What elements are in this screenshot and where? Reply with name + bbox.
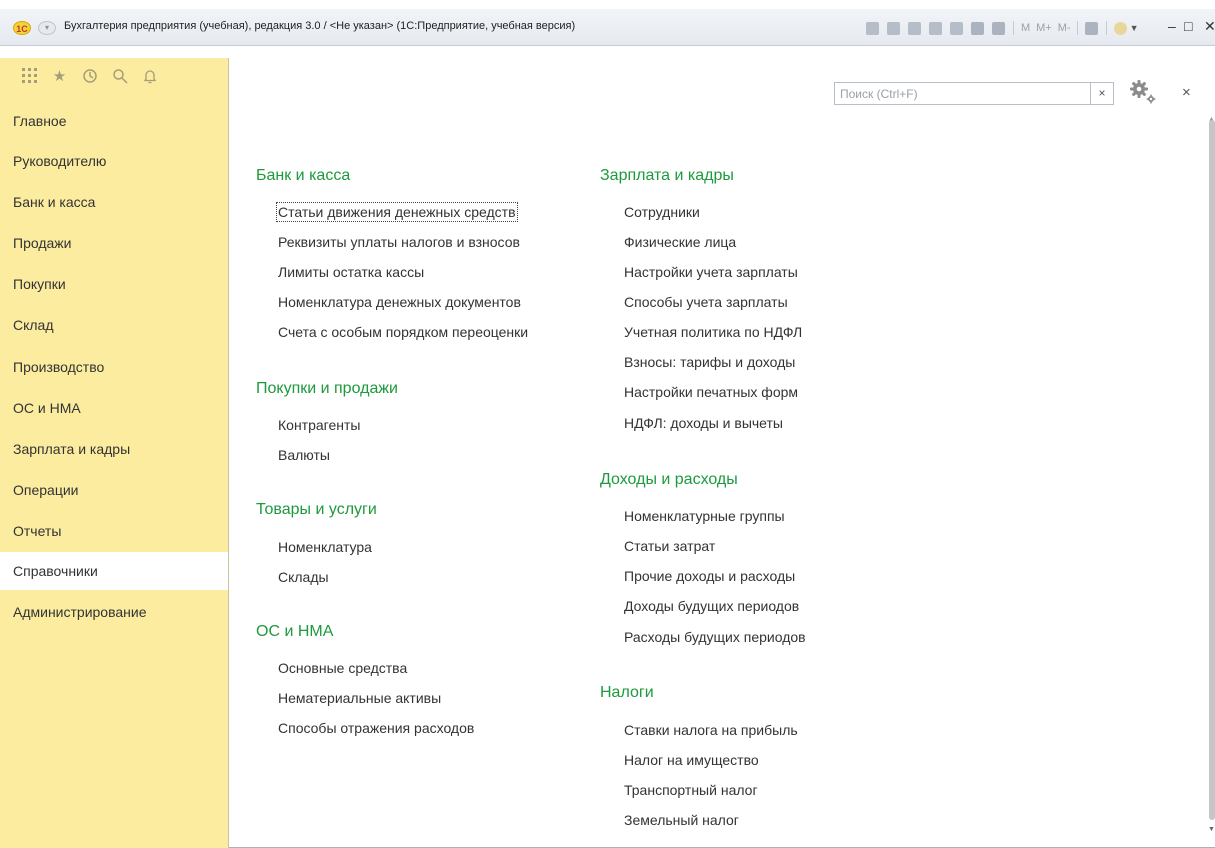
sidebar-item-bank[interactable]: Банк и касса xyxy=(0,183,228,221)
apps-grid-icon[interactable] xyxy=(21,67,38,85)
main-menu-chevron-icon[interactable]: ▾ xyxy=(38,21,56,35)
link-cash-documents-nomenclature[interactable]: Номенклатура денежных документов xyxy=(278,294,521,310)
print-icon[interactable] xyxy=(887,21,900,35)
link-property-tax[interactable]: Налог на имущество xyxy=(624,752,759,768)
section-title-income-expense: Доходы и расходы xyxy=(600,471,738,488)
sidebar-item-administration[interactable]: Администрирование xyxy=(0,593,228,631)
section-title-salary: Зарплата и кадры xyxy=(600,167,734,184)
section-title-purchases-sales: Покупки и продажи xyxy=(256,380,398,397)
link-tax-payment-details[interactable]: Реквизиты уплаты налогов и взносов xyxy=(278,234,520,250)
link-revaluation-accounts[interactable]: Счета с особым порядком переоценки xyxy=(278,324,528,340)
toolbar-separator xyxy=(1076,21,1078,35)
link-land-tax[interactable]: Земельный налог xyxy=(624,812,739,828)
link-nomenclature-groups[interactable]: Номенклатурные группы xyxy=(624,508,785,524)
sidebar-item-sales[interactable]: Продажи xyxy=(0,224,228,262)
printer-icon[interactable] xyxy=(950,21,963,35)
section-title-taxes: Налоги xyxy=(600,684,654,701)
link-expense-reflection-methods[interactable]: Способы отражения расходов xyxy=(278,720,474,736)
link-cost-items[interactable]: Статьи затрат xyxy=(624,538,715,554)
toolbar-separator xyxy=(1013,21,1014,35)
sidebar-item-salary[interactable]: Зарплата и кадры xyxy=(0,430,228,468)
link-employees[interactable]: Сотрудники xyxy=(624,204,700,220)
info-icon[interactable] xyxy=(1113,21,1127,35)
sidebar-item-reports[interactable]: Отчеты xyxy=(0,512,228,550)
link-contribution-rates[interactable]: Взносы: тарифы и доходы xyxy=(624,354,795,370)
section-title-goods: Товары и услуги xyxy=(256,501,377,518)
sidebar-item-main[interactable]: Главное xyxy=(0,102,228,140)
vertical-scrollbar[interactable] xyxy=(1209,120,1215,820)
minimize-button[interactable]: – xyxy=(1168,18,1176,34)
memory-button[interactable]: M xyxy=(1021,22,1030,34)
calendar-icon[interactable] xyxy=(992,21,1005,35)
close-panel-button[interactable]: × xyxy=(1182,84,1191,101)
sidebar-item-fixed-assets[interactable]: ОС и НМА xyxy=(0,389,228,427)
link-currencies[interactable]: Валюты xyxy=(278,447,330,463)
window-titlebar: 1С ▾ Бухгалтерия предприятия (учебная), … xyxy=(0,0,1215,46)
search-clear-button[interactable]: × xyxy=(1091,82,1114,105)
link-pit-accounting-policy[interactable]: Учетная политика по НДФЛ xyxy=(624,324,802,340)
settings-gear-icon[interactable] xyxy=(1128,78,1158,106)
sidebar-item-warehouse[interactable]: Склад xyxy=(0,306,228,344)
section-title-fixed-assets: ОС и НМА xyxy=(256,623,334,640)
panel-layout-icon[interactable] xyxy=(1084,21,1098,35)
sidebar-item-production[interactable]: Производство xyxy=(0,348,228,386)
directories-panel: × × Банк и касса Статьи движения денежны… xyxy=(229,58,1215,848)
link-salary-accounting-methods[interactable]: Способы учета зарплаты xyxy=(624,294,788,310)
sidebar-item-directories[interactable]: Справочники xyxy=(0,552,228,590)
link-cash-limits[interactable]: Лимиты остатка кассы xyxy=(278,264,424,280)
link-pit-income-deductions[interactable]: НДФЛ: доходы и вычеты xyxy=(624,415,783,431)
maximize-button[interactable]: □ xyxy=(1184,18,1192,34)
close-window-button[interactable]: ✕ xyxy=(1204,18,1215,35)
notifications-bell-icon[interactable] xyxy=(141,68,158,85)
sidebar-item-purchases[interactable]: Покупки xyxy=(0,265,228,303)
search-input[interactable] xyxy=(834,82,1091,105)
link-cash-flow-items[interactable]: Статьи движения денежных средств xyxy=(276,202,518,222)
link-warehouses[interactable]: Склады xyxy=(278,569,329,585)
save-icon[interactable] xyxy=(866,21,879,35)
link-individuals[interactable]: Физические лица xyxy=(624,234,736,250)
sections-sidebar: ★ Главное Руководителю Банк и касса Прод… xyxy=(0,58,229,848)
link-deferred-expenses[interactable]: Расходы будущих периодов xyxy=(624,629,806,645)
link-profit-tax-rates[interactable]: Ставки налога на прибыль xyxy=(624,722,798,738)
section-title-bank: Банк и касса xyxy=(256,167,351,184)
scroll-down-arrow-icon[interactable]: ▼ xyxy=(1208,826,1215,833)
titlebar-top-strip xyxy=(0,0,1215,9)
link-nomenclature[interactable]: Номенклатура xyxy=(278,539,372,555)
print-preview-icon[interactable] xyxy=(908,21,921,35)
link-transport-tax[interactable]: Транспортный налог xyxy=(624,782,758,798)
memory-plus-button[interactable]: M+ xyxy=(1036,22,1052,34)
sidebar-item-operations[interactable]: Операции xyxy=(0,471,228,509)
titlebar-toolbar: M M+ M- ▼ xyxy=(866,20,1149,36)
sidebar-item-manager[interactable]: Руководителю xyxy=(0,142,228,180)
calculator-icon[interactable] xyxy=(971,21,984,35)
link-other-income-expenses[interactable]: Прочие доходы и расходы xyxy=(624,568,795,584)
history-icon[interactable] xyxy=(81,68,98,85)
info-dropdown-icon[interactable]: ▼ xyxy=(1130,23,1139,33)
link-salary-settings[interactable]: Настройки учета зарплаты xyxy=(624,264,798,280)
link-deferred-income[interactable]: Доходы будущих периодов xyxy=(624,598,799,614)
sidebar-toolbar: ★ xyxy=(21,65,171,87)
link-fixed-assets[interactable]: Основные средства xyxy=(278,660,407,676)
link-intangible-assets[interactable]: Нематериальные активы xyxy=(278,690,441,706)
favorites-star-icon[interactable]: ★ xyxy=(51,68,68,85)
window-title: Бухгалтерия предприятия (учебная), редак… xyxy=(64,20,576,32)
link-counterparties[interactable]: Контрагенты xyxy=(278,417,360,433)
search-icon[interactable] xyxy=(111,68,128,85)
upload-icon[interactable] xyxy=(929,21,942,35)
toolbar-separator xyxy=(1105,21,1107,35)
app-logo-icon[interactable]: 1С xyxy=(13,21,31,35)
memory-minus-button[interactable]: M- xyxy=(1058,22,1071,34)
link-print-form-settings[interactable]: Настройки печатных форм xyxy=(624,384,798,400)
